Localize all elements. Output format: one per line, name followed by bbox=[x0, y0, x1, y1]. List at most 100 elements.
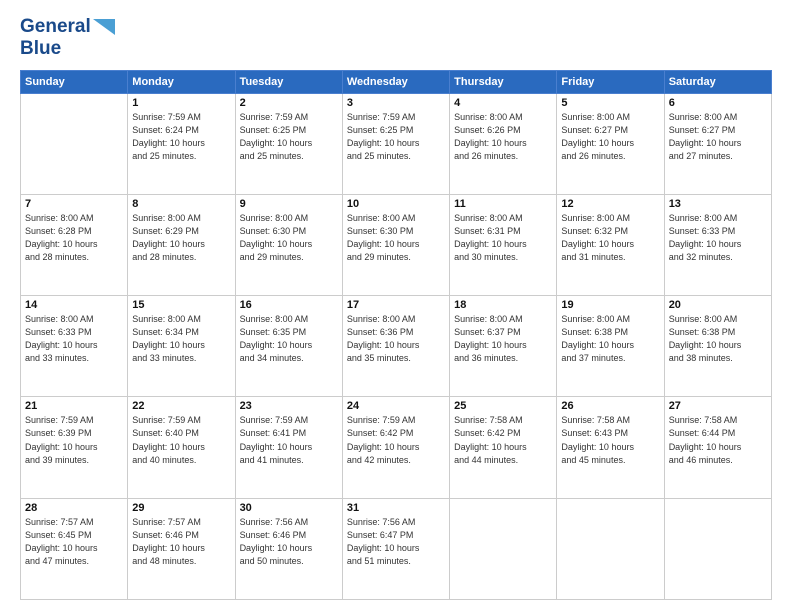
day-info: Sunrise: 7:58 AM Sunset: 6:43 PM Dayligh… bbox=[561, 414, 659, 466]
day-info: Sunrise: 8:00 AM Sunset: 6:37 PM Dayligh… bbox=[454, 313, 552, 365]
calendar-week-5: 28 Sunrise: 7:57 AM Sunset: 6:45 PM Dayli… bbox=[21, 498, 772, 599]
weekday-header-sunday: Sunday bbox=[21, 70, 128, 93]
day-info: Sunrise: 8:00 AM Sunset: 6:33 PM Dayligh… bbox=[25, 313, 123, 365]
day-info: Sunrise: 8:00 AM Sunset: 6:30 PM Dayligh… bbox=[240, 212, 338, 264]
header: General Blue bbox=[20, 16, 772, 60]
weekday-header-monday: Monday bbox=[128, 70, 235, 93]
calendar-cell bbox=[21, 93, 128, 194]
day-number: 30 bbox=[240, 502, 338, 514]
logo: General Blue bbox=[20, 16, 115, 60]
day-info: Sunrise: 8:00 AM Sunset: 6:33 PM Dayligh… bbox=[669, 212, 767, 264]
day-number: 3 bbox=[347, 97, 445, 109]
calendar-cell: 6 Sunrise: 8:00 AM Sunset: 6:27 PM Daylig… bbox=[664, 93, 771, 194]
day-info: Sunrise: 8:00 AM Sunset: 6:27 PM Dayligh… bbox=[561, 111, 659, 163]
day-number: 4 bbox=[454, 97, 552, 109]
day-info: Sunrise: 8:00 AM Sunset: 6:31 PM Dayligh… bbox=[454, 212, 552, 264]
day-number: 31 bbox=[347, 502, 445, 514]
calendar-week-4: 21Sunrise: 7:59 AM Sunset: 6:39 PM Dayli… bbox=[21, 397, 772, 498]
day-number: 6 bbox=[669, 97, 767, 109]
day-number: 15 bbox=[132, 299, 230, 311]
day-info: Sunrise: 8:00 AM Sunset: 6:38 PM Dayligh… bbox=[669, 313, 767, 365]
day-info: Sunrise: 7:59 AM Sunset: 6:41 PM Dayligh… bbox=[240, 414, 338, 466]
calendar-cell: 12 Sunrise: 8:00 AM Sunset: 6:32 PM Dayli… bbox=[557, 194, 664, 295]
day-number: 19 bbox=[561, 299, 659, 311]
day-info: Sunrise: 7:57 AM Sunset: 6:46 PM Dayligh… bbox=[132, 516, 230, 568]
day-number: 18 bbox=[454, 299, 552, 311]
calendar-cell: 9Sunrise: 8:00 AM Sunset: 6:30 PM Daylig… bbox=[235, 194, 342, 295]
day-info: Sunrise: 7:59 AM Sunset: 6:40 PM Dayligh… bbox=[132, 414, 230, 466]
day-number: 16 bbox=[240, 299, 338, 311]
day-number: 10 bbox=[347, 198, 445, 210]
calendar-cell: 18 Sunrise: 8:00 AM Sunset: 6:37 PM Dayli… bbox=[450, 296, 557, 397]
calendar-table: SundayMondayTuesdayWednesdayThursdayFrid… bbox=[20, 70, 772, 600]
calendar-cell: 3 Sunrise: 7:59 AM Sunset: 6:25 PM Daylig… bbox=[342, 93, 449, 194]
calendar-week-3: 14 Sunrise: 8:00 AM Sunset: 6:33 PM Dayli… bbox=[21, 296, 772, 397]
page: General Blue SundayMondayTuesdayWednesda… bbox=[0, 0, 792, 612]
weekday-header-saturday: Saturday bbox=[664, 70, 771, 93]
calendar-cell: 25 Sunrise: 7:58 AM Sunset: 6:42 PM Dayli… bbox=[450, 397, 557, 498]
day-info: Sunrise: 8:00 AM Sunset: 6:35 PM Dayligh… bbox=[240, 313, 338, 365]
calendar-cell: 24 Sunrise: 7:59 AM Sunset: 6:42 PM Dayli… bbox=[342, 397, 449, 498]
day-number: 2 bbox=[240, 97, 338, 109]
day-number: 28 bbox=[25, 502, 123, 514]
calendar-cell: 15 Sunrise: 8:00 AM Sunset: 6:34 PM Dayli… bbox=[128, 296, 235, 397]
day-number: 24 bbox=[347, 400, 445, 412]
calendar-cell bbox=[557, 498, 664, 599]
weekday-header-friday: Friday bbox=[557, 70, 664, 93]
day-number: 17 bbox=[347, 299, 445, 311]
day-info: Sunrise: 7:59 AM Sunset: 6:24 PM Dayligh… bbox=[132, 111, 230, 163]
day-info: Sunrise: 7:56 AM Sunset: 6:46 PM Dayligh… bbox=[240, 516, 338, 568]
calendar-cell: 14 Sunrise: 8:00 AM Sunset: 6:33 PM Dayli… bbox=[21, 296, 128, 397]
day-number: 22 bbox=[132, 400, 230, 412]
day-info: Sunrise: 7:59 AM Sunset: 6:42 PM Dayligh… bbox=[347, 414, 445, 466]
calendar-cell: 21Sunrise: 7:59 AM Sunset: 6:39 PM Dayli… bbox=[21, 397, 128, 498]
day-info: Sunrise: 8:00 AM Sunset: 6:38 PM Dayligh… bbox=[561, 313, 659, 365]
logo-container: General Blue bbox=[20, 16, 115, 60]
weekday-header-tuesday: Tuesday bbox=[235, 70, 342, 93]
day-number: 5 bbox=[561, 97, 659, 109]
day-info: Sunrise: 8:00 AM Sunset: 6:32 PM Dayligh… bbox=[561, 212, 659, 264]
day-number: 20 bbox=[669, 299, 767, 311]
calendar-cell: 31 Sunrise: 7:56 AM Sunset: 6:47 PM Dayli… bbox=[342, 498, 449, 599]
day-number: 12 bbox=[561, 198, 659, 210]
day-number: 29 bbox=[132, 502, 230, 514]
day-number: 25 bbox=[454, 400, 552, 412]
day-number: 27 bbox=[669, 400, 767, 412]
day-info: Sunrise: 7:58 AM Sunset: 6:42 PM Dayligh… bbox=[454, 414, 552, 466]
day-number: 13 bbox=[669, 198, 767, 210]
calendar-cell: 22 Sunrise: 7:59 AM Sunset: 6:40 PM Dayli… bbox=[128, 397, 235, 498]
logo-arrow-icon bbox=[93, 19, 115, 35]
calendar-cell: 8Sunrise: 8:00 AM Sunset: 6:29 PM Daylig… bbox=[128, 194, 235, 295]
day-info: Sunrise: 8:00 AM Sunset: 6:29 PM Dayligh… bbox=[132, 212, 230, 264]
day-number: 7 bbox=[25, 198, 123, 210]
calendar-cell: 4 Sunrise: 8:00 AM Sunset: 6:26 PM Daylig… bbox=[450, 93, 557, 194]
calendar-cell bbox=[450, 498, 557, 599]
day-info: Sunrise: 7:59 AM Sunset: 6:25 PM Dayligh… bbox=[240, 111, 338, 163]
calendar-cell: 23 Sunrise: 7:59 AM Sunset: 6:41 PM Dayli… bbox=[235, 397, 342, 498]
day-info: Sunrise: 8:00 AM Sunset: 6:30 PM Dayligh… bbox=[347, 212, 445, 264]
calendar-cell: 28 Sunrise: 7:57 AM Sunset: 6:45 PM Dayli… bbox=[21, 498, 128, 599]
calendar-cell: 17 Sunrise: 8:00 AM Sunset: 6:36 PM Dayli… bbox=[342, 296, 449, 397]
calendar-cell: 16 Sunrise: 8:00 AM Sunset: 6:35 PM Dayli… bbox=[235, 296, 342, 397]
day-number: 26 bbox=[561, 400, 659, 412]
day-info: Sunrise: 8:00 AM Sunset: 6:27 PM Dayligh… bbox=[669, 111, 767, 163]
day-number: 1 bbox=[132, 97, 230, 109]
calendar-cell: 10 Sunrise: 8:00 AM Sunset: 6:30 PM Dayli… bbox=[342, 194, 449, 295]
calendar-cell: 29 Sunrise: 7:57 AM Sunset: 6:46 PM Dayli… bbox=[128, 498, 235, 599]
day-info: Sunrise: 7:58 AM Sunset: 6:44 PM Dayligh… bbox=[669, 414, 767, 466]
day-number: 14 bbox=[25, 299, 123, 311]
day-info: Sunrise: 8:00 AM Sunset: 6:26 PM Dayligh… bbox=[454, 111, 552, 163]
logo-general-text: General bbox=[20, 16, 91, 38]
day-number: 23 bbox=[240, 400, 338, 412]
day-info: Sunrise: 7:59 AM Sunset: 6:25 PM Dayligh… bbox=[347, 111, 445, 163]
weekday-header-thursday: Thursday bbox=[450, 70, 557, 93]
calendar-cell: 5 Sunrise: 8:00 AM Sunset: 6:27 PM Daylig… bbox=[557, 93, 664, 194]
logo-blue-text: Blue bbox=[20, 38, 61, 60]
day-info: Sunrise: 8:00 AM Sunset: 6:36 PM Dayligh… bbox=[347, 313, 445, 365]
day-info: Sunrise: 7:56 AM Sunset: 6:47 PM Dayligh… bbox=[347, 516, 445, 568]
day-info: Sunrise: 8:00 AM Sunset: 6:34 PM Dayligh… bbox=[132, 313, 230, 365]
calendar-cell: 11Sunrise: 8:00 AM Sunset: 6:31 PM Dayli… bbox=[450, 194, 557, 295]
calendar-cell: 1 Sunrise: 7:59 AM Sunset: 6:24 PM Daylig… bbox=[128, 93, 235, 194]
day-number: 21 bbox=[25, 400, 123, 412]
day-info: Sunrise: 7:57 AM Sunset: 6:45 PM Dayligh… bbox=[25, 516, 123, 568]
